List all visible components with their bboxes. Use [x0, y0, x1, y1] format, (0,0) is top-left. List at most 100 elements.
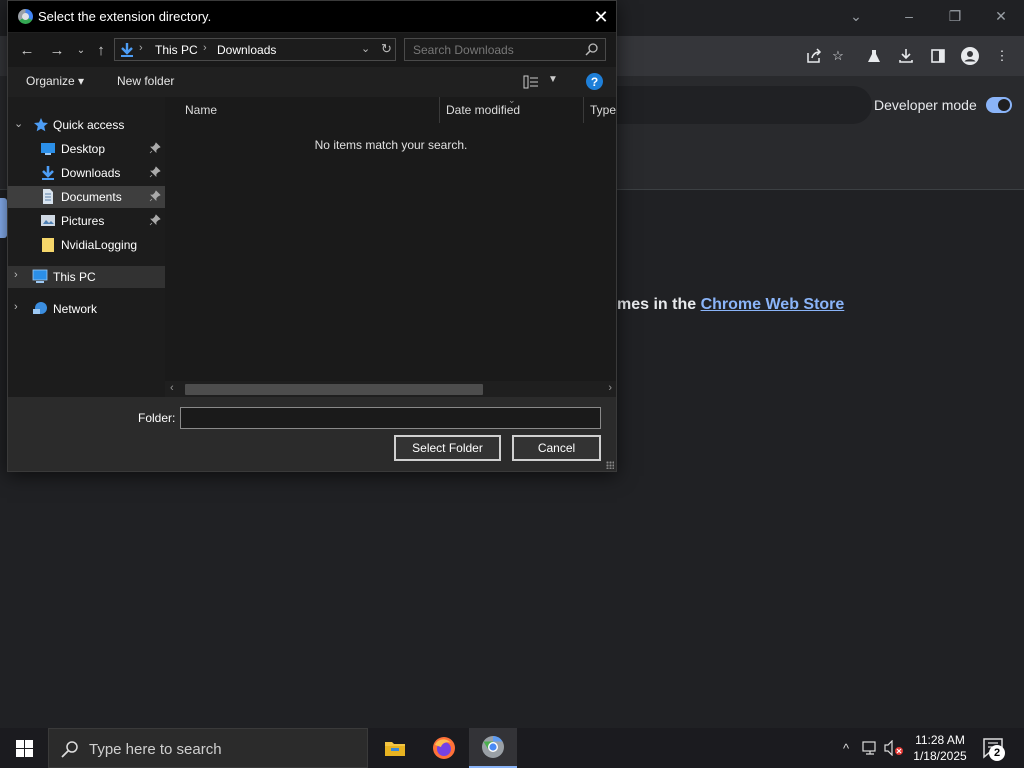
back-arrow-icon[interactable]: ← — [16, 39, 38, 61]
column-header-type[interactable]: Type — [590, 97, 616, 123]
refresh-icon[interactable]: ↻ — [381, 41, 392, 57]
expand-chevron-icon[interactable]: › — [14, 269, 18, 281]
cancel-button[interactable]: Cancel — [512, 435, 601, 461]
nav-item-downloads[interactable]: Downloads — [8, 162, 165, 184]
developer-mode-toggle[interactable] — [986, 97, 1012, 113]
pin-icon — [149, 166, 161, 178]
toggle-knob — [998, 99, 1010, 111]
nav-label-network: Network — [53, 302, 98, 316]
taskbar-search-box[interactable]: Type here to search — [48, 728, 368, 768]
nav-label-desktop: Desktop — [61, 142, 106, 156]
dialog-footer: Folder: Select Folder Cancel — [8, 397, 616, 471]
forward-arrow-icon[interactable]: → — [46, 39, 68, 61]
help-icon[interactable]: ? — [586, 73, 603, 90]
folder-label: Folder: — [138, 411, 176, 425]
more-menu-icon[interactable]: ⋮ — [990, 44, 1014, 68]
chrome-app-icon — [18, 9, 33, 24]
chrome-web-store-link[interactable]: Chrome Web Store — [701, 296, 845, 313]
address-bar[interactable]: › This PC › Downloads ⌄ ↻ — [114, 38, 396, 61]
profile-avatar-icon[interactable] — [958, 44, 982, 68]
network-status-icon[interactable] — [860, 738, 880, 758]
organize-button[interactable]: Organize ▾ — [26, 74, 84, 88]
search-icon — [61, 741, 78, 758]
nav-item-pictures[interactable]: Pictures — [8, 210, 165, 232]
nav-label-downloads: Downloads — [61, 166, 121, 180]
search-downloads-input[interactable]: Search Downloads — [404, 38, 606, 61]
volume-muted-icon[interactable] — [884, 738, 904, 758]
dialog-title: Select the extension directory. — [38, 9, 212, 24]
recent-locations-icon[interactable]: ⌄ — [70, 39, 92, 61]
address-dropdown-icon[interactable]: ⌄ — [361, 42, 370, 55]
sidebar-accent — [0, 198, 7, 238]
select-folder-button[interactable]: Select Folder — [394, 435, 501, 461]
breadcrumb-this-pc[interactable]: This PC — [155, 43, 198, 57]
nav-label-nvidialogging: NvidiaLogging — [61, 238, 138, 252]
show-hidden-icons-icon[interactable]: ^ — [836, 738, 856, 758]
firefox-icon[interactable] — [420, 728, 468, 768]
nav-item-nvidialogging[interactable]: NvidiaLogging — [8, 234, 165, 256]
developer-mode-label: Developer mode — [874, 97, 977, 113]
column-header-date-modified[interactable]: Date modified — [446, 97, 520, 123]
share-icon[interactable] — [802, 44, 826, 68]
breadcrumb-downloads[interactable]: Downloads — [217, 43, 276, 57]
new-folder-button[interactable]: New folder — [117, 74, 174, 88]
up-arrow-icon[interactable]: ↑ — [90, 39, 112, 61]
scroll-left-icon[interactable]: ‹ — [170, 382, 174, 394]
select-folder-dialog: Select the extension directory. ✕ ← → ⌄ … — [7, 0, 617, 472]
view-dropdown-icon[interactable]: ▼ — [548, 74, 558, 85]
column-header-name[interactable]: Name — [185, 97, 217, 123]
nav-item-this-pc[interactable]: › This PC — [8, 266, 165, 288]
window-close-icon[interactable]: ✕ — [978, 0, 1024, 32]
notification-count-badge: 2 — [989, 745, 1005, 761]
network-icon — [33, 302, 47, 314]
breadcrumb-separator: › — [139, 42, 143, 54]
nav-item-documents[interactable]: Documents — [8, 186, 165, 208]
restore-icon[interactable]: ❐ — [932, 0, 978, 32]
folder-field[interactable] — [180, 407, 601, 429]
search-icon — [585, 43, 598, 56]
tab-search-icon[interactable]: ⌄ — [833, 0, 879, 32]
nav-item-network[interactable]: › Network — [8, 298, 165, 320]
clock[interactable]: 11:28 AM 1/18/2025 — [908, 732, 972, 764]
nav-label-documents: Documents — [61, 190, 122, 204]
downloads-folder-icon — [121, 43, 133, 57]
file-list-pane: Name ⌄ Date modified Type No items match… — [165, 95, 616, 397]
navigation-pane: ⌄ Quick access Desktop Downloads Documen… — [8, 97, 165, 397]
breadcrumb-separator: › — [203, 42, 207, 54]
file-explorer-icon[interactable] — [371, 728, 419, 768]
view-options-icon[interactable] — [523, 75, 539, 89]
column-divider[interactable] — [439, 97, 440, 123]
start-button[interactable] — [0, 728, 48, 768]
pin-icon — [149, 214, 161, 226]
documents-icon — [43, 189, 53, 204]
pictures-icon — [41, 215, 55, 226]
expand-chevron-icon[interactable]: ⌄ — [14, 117, 23, 130]
downloads-icon — [42, 166, 54, 180]
taskbar: Type here to search ^ 11:28 AM 1/18/2025… — [0, 728, 1024, 768]
chrome-icon[interactable] — [469, 728, 517, 768]
bookmark-star-icon[interactable]: ☆ — [826, 44, 850, 68]
taskbar-search-text: Type here to search — [89, 741, 222, 758]
nav-label-pictures: Pictures — [61, 214, 105, 228]
labs-flask-icon[interactable] — [862, 44, 886, 68]
resize-grip-icon[interactable] — [606, 461, 614, 469]
scrollbar-thumb[interactable] — [185, 384, 483, 395]
nav-item-desktop[interactable]: Desktop — [8, 138, 165, 160]
horizontal-scrollbar[interactable]: ‹ › — [165, 381, 616, 397]
webstore-hint-prefix: mes in the — [617, 296, 701, 313]
pin-icon — [149, 142, 161, 154]
close-icon[interactable]: ✕ — [588, 4, 614, 30]
empty-message: No items match your search. — [314, 138, 468, 152]
expand-chevron-icon[interactable]: › — [14, 301, 18, 313]
dialog-nav-row: ← → ⌄ ↑ › This PC › Downloads ⌄ ↻ Search… — [8, 33, 616, 67]
nav-quick-access[interactable]: ⌄ Quick access — [8, 114, 165, 136]
scroll-right-icon[interactable]: › — [608, 382, 612, 394]
command-bar: Organize ▾ New folder ▼ ? — [8, 67, 616, 97]
search-placeholder: Search Downloads — [413, 43, 514, 57]
download-icon[interactable] — [894, 44, 918, 68]
side-panel-icon[interactable] — [926, 44, 950, 68]
column-divider[interactable] — [583, 97, 584, 123]
nav-label-this-pc: This PC — [53, 270, 96, 284]
pin-icon — [149, 190, 161, 202]
minimize-icon[interactable]: – — [886, 0, 932, 32]
